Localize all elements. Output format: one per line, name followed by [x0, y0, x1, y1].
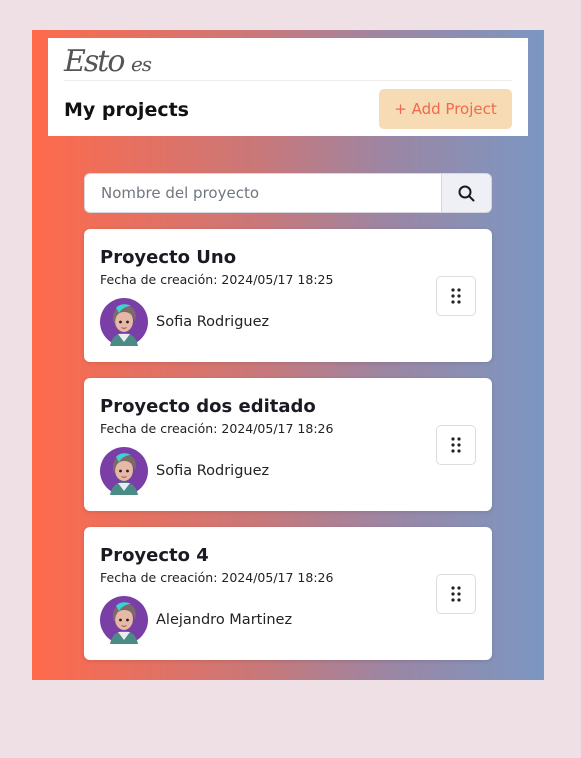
search-input[interactable]	[85, 174, 441, 212]
project-date: Fecha de creación: 2024/05/17 18:26	[100, 570, 334, 585]
header-divider	[64, 80, 512, 81]
project-menu-button[interactable]	[436, 276, 476, 316]
avatar	[100, 596, 148, 644]
project-owner: Sofia Rodriguez	[156, 314, 270, 330]
add-project-button[interactable]: + Add Project	[379, 89, 512, 129]
project-date: Fecha de creación: 2024/05/17 18:26	[100, 421, 334, 436]
avatar	[100, 298, 148, 346]
page-title: My projects	[64, 99, 189, 121]
search-bar	[84, 173, 492, 213]
search-button[interactable]	[441, 174, 491, 212]
project-menu-button[interactable]	[436, 425, 476, 465]
avatar	[100, 447, 148, 495]
project-card[interactable]: Proyecto dos editado Fecha de creación: …	[84, 378, 492, 511]
project-title: Proyecto Uno	[100, 247, 237, 268]
app-frame: Esto es My projects + Add Project Proyec…	[32, 30, 544, 680]
search-icon	[458, 185, 475, 201]
project-card[interactable]: Proyecto Uno Fecha de creación: 2024/05/…	[84, 229, 492, 362]
project-menu-button[interactable]	[436, 574, 476, 614]
header: Esto es My projects + Add Project	[48, 38, 528, 136]
logo-small-text: es	[130, 52, 152, 76]
project-title: Proyecto 4	[100, 545, 209, 566]
project-card[interactable]: Proyecto 4 Fecha de creación: 2024/05/17…	[84, 527, 492, 660]
logo-main-text: Esto	[64, 44, 125, 79]
project-owner: Sofia Rodriguez	[156, 463, 270, 479]
project-owner: Alejandro Martinez	[156, 612, 293, 628]
project-date: Fecha de creación: 2024/05/17 18:25	[100, 272, 334, 287]
drag-dots-icon	[450, 585, 462, 603]
app-logo[interactable]: Esto es	[64, 44, 152, 80]
drag-dots-icon	[450, 287, 462, 305]
drag-dots-icon	[450, 436, 462, 454]
project-title: Proyecto dos editado	[100, 396, 316, 417]
